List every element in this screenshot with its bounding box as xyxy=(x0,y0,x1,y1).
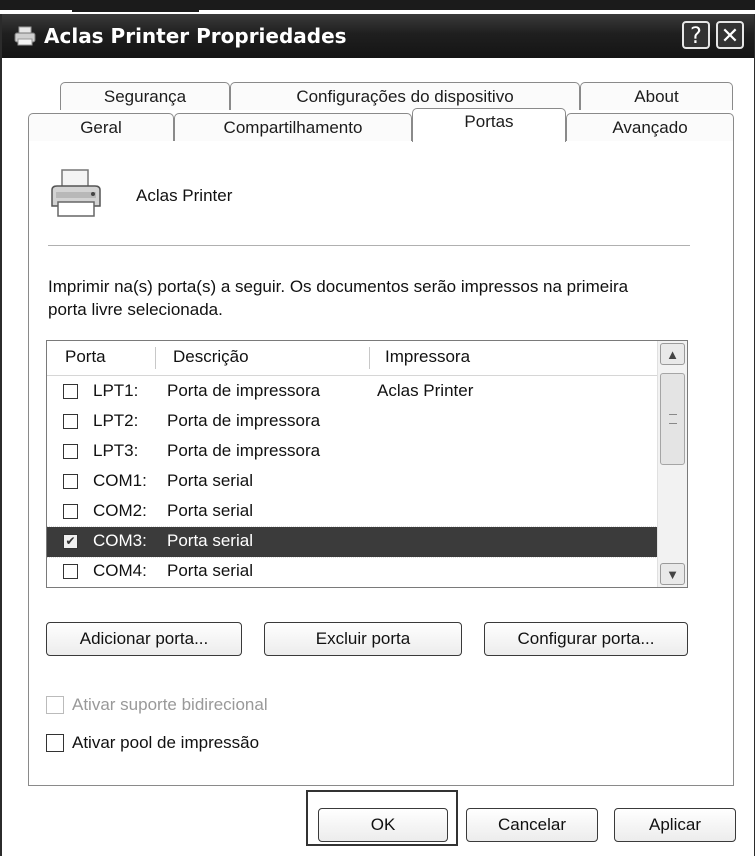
window-title: Aclas Printer Propriedades xyxy=(44,24,347,48)
banner-decoration xyxy=(72,0,200,12)
bidirectional-label: Ativar suporte bidirecional xyxy=(72,695,268,714)
printer-name: Aclas Printer xyxy=(136,186,233,205)
port-description: Porta de impressora xyxy=(167,411,321,430)
port-checkbox[interactable] xyxy=(63,564,78,579)
table-row[interactable]: COM2: Porta serial xyxy=(47,497,657,527)
chevron-up-icon[interactable]: ▲ xyxy=(660,343,685,365)
apply-button[interactable]: Aplicar xyxy=(614,808,736,842)
ok-button[interactable]: OK xyxy=(318,808,448,842)
tab-configuracoes-dispositivo[interactable]: Configurações do dispositivo xyxy=(230,82,580,110)
delete-port-button[interactable]: Excluir porta xyxy=(264,622,462,656)
vertical-scrollbar[interactable]: ▲ ▼ xyxy=(657,341,687,587)
close-button[interactable]: ✕ xyxy=(716,21,744,49)
port-checkbox[interactable] xyxy=(63,474,78,489)
port-name: LPT1: xyxy=(93,381,139,400)
top-banner xyxy=(0,0,755,14)
table-row[interactable]: LPT1: Porta de impressora Aclas Printer xyxy=(47,377,657,407)
table-row[interactable]: LPT2: Porta de impressora xyxy=(47,407,657,437)
port-checkbox[interactable] xyxy=(63,504,78,519)
tab-about[interactable]: About xyxy=(580,82,733,110)
port-name: COM2: xyxy=(93,501,147,520)
help-icon: ? xyxy=(690,24,702,49)
port-description: Porta serial xyxy=(167,531,253,550)
port-checkbox[interactable]: ✔ xyxy=(63,534,78,549)
bidirectional-checkbox[interactable] xyxy=(46,696,64,714)
column-header-impressora[interactable]: Impressora xyxy=(385,347,470,367)
ports-list[interactable]: Porta Descrição Impressora LPT1: Porta de… xyxy=(46,340,688,588)
pooling-label: Ativar pool de impressão xyxy=(72,733,260,752)
separator xyxy=(48,245,690,246)
column-header-descricao[interactable]: Descrição xyxy=(173,347,249,367)
help-button[interactable]: ? xyxy=(682,21,710,49)
port-description: Porta serial xyxy=(167,501,253,520)
port-description: Porta de impressora xyxy=(167,381,321,400)
cancel-button[interactable]: Cancelar xyxy=(466,808,598,842)
scrollbar-thumb[interactable] xyxy=(660,373,685,465)
configure-port-button[interactable]: Configurar porta... xyxy=(484,622,688,656)
port-name: LPT2: xyxy=(93,411,139,430)
port-description: Porta de impressora xyxy=(167,441,321,460)
tab-portas[interactable]: Portas xyxy=(412,108,566,142)
ports-list-header: Porta Descrição Impressora xyxy=(47,341,657,376)
tab-compartilhamento[interactable]: Compartilhamento xyxy=(174,113,412,141)
table-row[interactable]: COM4: Porta serial xyxy=(47,557,657,587)
pooling-checkbox[interactable] xyxy=(46,734,64,752)
port-description: Porta serial xyxy=(167,561,253,580)
port-checkbox[interactable] xyxy=(63,414,78,429)
port-description: Porta serial xyxy=(167,471,253,490)
port-checkbox[interactable] xyxy=(63,444,78,459)
column-header-porta[interactable]: Porta xyxy=(65,347,106,367)
port-printer: Aclas Printer xyxy=(377,381,474,400)
printer-icon xyxy=(14,26,36,46)
port-checkbox[interactable] xyxy=(63,384,78,399)
port-name: LPT3: xyxy=(93,441,139,460)
port-name: COM4: xyxy=(93,561,147,580)
tab-geral[interactable]: Geral xyxy=(28,113,174,141)
tab-seguranca[interactable]: Segurança xyxy=(60,82,230,110)
chevron-down-icon[interactable]: ▼ xyxy=(660,563,685,585)
close-icon: ✕ xyxy=(720,24,740,49)
tab-avancado[interactable]: Avançado xyxy=(566,113,734,141)
instructions-text: Imprimir na(s) porta(s) a seguir. Os doc… xyxy=(48,277,629,319)
printer-icon xyxy=(51,169,101,217)
table-row[interactable]: LPT3: Porta de impressora xyxy=(47,437,657,467)
table-row[interactable]: ✔ COM3: Porta serial xyxy=(47,526,658,558)
table-row[interactable]: COM1: Porta serial xyxy=(47,467,657,497)
add-port-button[interactable]: Adicionar porta... xyxy=(46,622,242,656)
title-bar[interactable]: Aclas Printer Propriedades ? ✕ xyxy=(2,14,754,58)
port-name: COM1: xyxy=(93,471,147,490)
port-name: COM3: xyxy=(93,531,147,550)
